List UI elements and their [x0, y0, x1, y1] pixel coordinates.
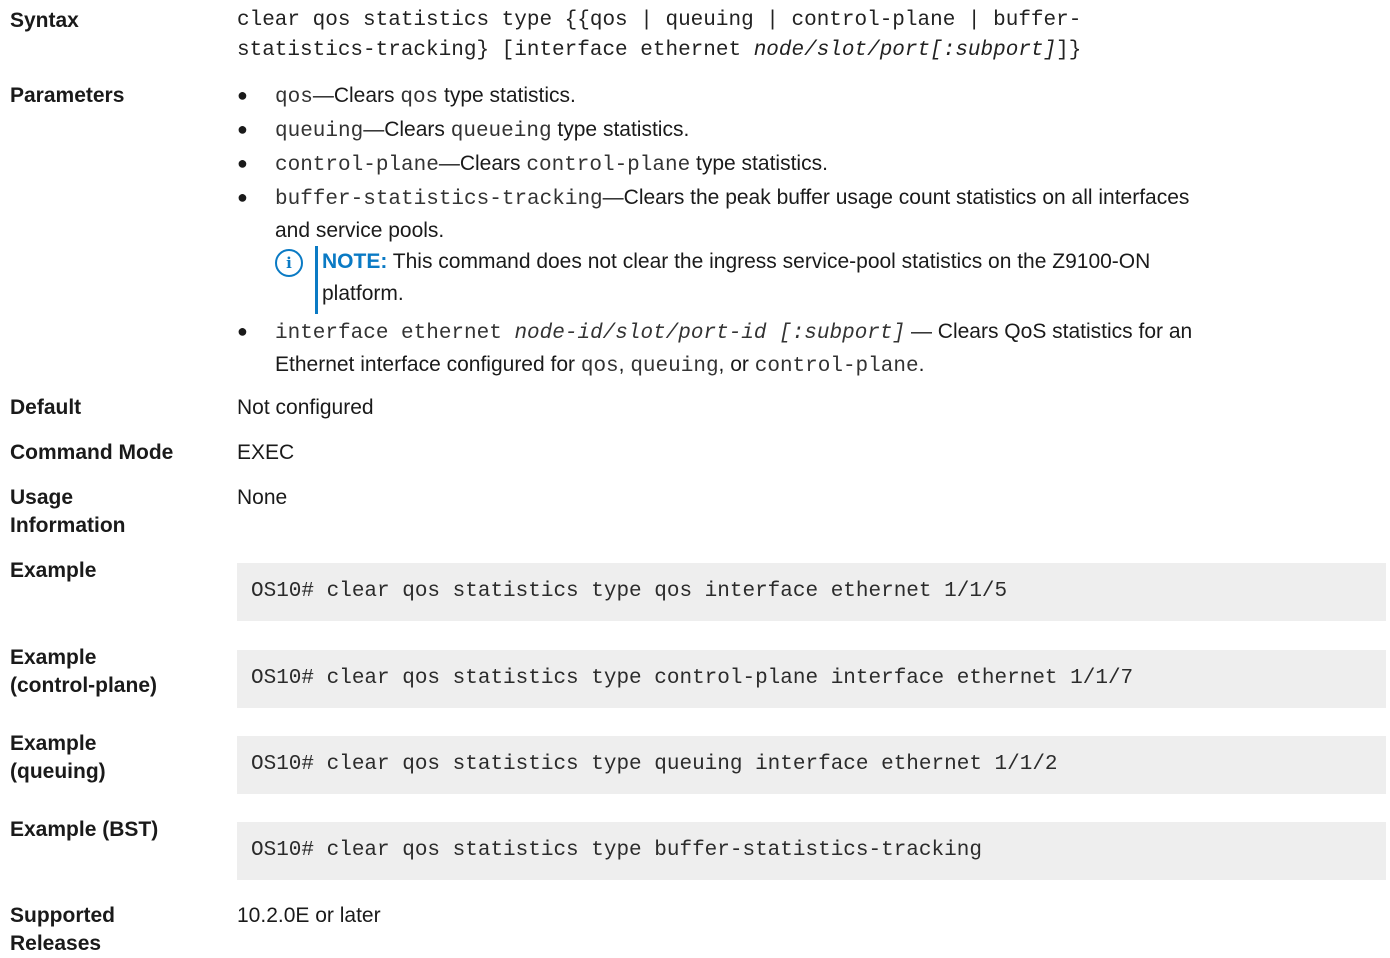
separator: ,: [618, 353, 631, 376]
label-line-1: Supported: [10, 904, 115, 927]
usage-label-line-2: Information: [10, 514, 126, 537]
bullet-dot: ●: [237, 321, 248, 341]
syntax-line-2-prefix: statistics-tracking} [interface ethernet: [237, 39, 754, 62]
example-control-plane-label: Example (control-plane): [10, 644, 230, 700]
code-text: OS10# clear qos statistics type control-…: [251, 667, 1134, 690]
param-code: buffer-statistics-tracking: [275, 188, 603, 211]
code-block-bst: OS10# clear qos statistics type buffer-s…: [237, 822, 1386, 880]
param-text: qos—Clears qos type statistics.: [275, 80, 1387, 113]
code-text: OS10# clear qos statistics type qos inte…: [251, 580, 1008, 603]
param-text: queuing—Clears queueing type statistics.: [275, 114, 1387, 147]
note-line-1: This command does not clear the ingress …: [387, 250, 1151, 273]
syntax-line-2-suffix: ]}: [1056, 39, 1082, 62]
note-block: i NOTE: This command does not clear the …: [275, 246, 1375, 314]
syntax-text: clear qos statistics type {{qos | queuin…: [237, 6, 1387, 66]
syntax-line-2: statistics-tracking} [interface ethernet…: [237, 36, 1387, 66]
param-code-inline: qos: [400, 86, 439, 109]
note-label: NOTE:: [322, 250, 388, 273]
bullet-dot: ●: [237, 153, 248, 173]
parameters-label: Parameters: [10, 84, 125, 107]
label-line-1: Example: [10, 732, 97, 755]
param-desc-rest: type statistics.: [690, 152, 828, 175]
example-queuing-label: Example (queuing): [10, 730, 230, 786]
syntax-line-1: clear qos statistics type {{qos | queuin…: [237, 9, 1082, 32]
example-bst-label: Example (BST): [10, 818, 159, 841]
example-label: Example: [10, 559, 97, 582]
usage-value: None: [237, 486, 288, 509]
param-code: control-plane: [275, 154, 439, 177]
command-mode-value: EXEC: [237, 441, 295, 464]
param-code-inline: control-plane: [754, 355, 919, 378]
param-code: interface ethernet: [275, 322, 515, 345]
param-text: interface ethernet node-id/slot/port-id …: [275, 316, 1387, 382]
bullet-dot: ●: [237, 187, 248, 207]
param-code-inline: control-plane: [526, 154, 691, 177]
note-line-2: platform.: [322, 282, 404, 305]
default-value: Not configured: [237, 396, 374, 419]
param-desc: —Clears: [438, 152, 527, 175]
label-line-2: (queuing): [10, 760, 106, 783]
param-desc: —Clears: [312, 84, 401, 107]
label-line-1: Example: [10, 646, 97, 669]
param-desc: —Clears: [363, 118, 451, 141]
param-text: control-plane—Clears control-plane type …: [275, 148, 1387, 181]
param-code: queuing: [275, 120, 364, 143]
param-code-inline: queuing: [630, 355, 719, 378]
param-desc-line-2: and service pools.: [275, 219, 445, 242]
info-icon: i: [275, 249, 303, 277]
label-line-2: (control-plane): [10, 674, 157, 697]
code-block-example: OS10# clear qos statistics type qos inte…: [237, 563, 1386, 621]
code-text: OS10# clear qos statistics type buffer-s…: [251, 839, 982, 862]
param-desc: — Clears QoS statistics for an: [905, 320, 1193, 343]
note-text: NOTE: This command does not clear the in…: [322, 246, 1372, 310]
param-desc-line-2: Ethernet interface configured for: [275, 353, 581, 376]
param-desc-rest: type statistics.: [551, 118, 690, 141]
usage-label-line-1: Usage: [10, 486, 74, 509]
param-desc-rest: type statistics.: [438, 84, 576, 107]
command-mode-label: Command Mode: [10, 441, 174, 464]
param-code: qos: [275, 86, 313, 109]
param-code-inline: queueing: [450, 120, 552, 143]
code-text: OS10# clear qos statistics type queuing …: [251, 753, 1058, 776]
note-divider: [315, 246, 318, 314]
bullet-dot: ●: [237, 119, 248, 139]
param-code-inline: qos: [580, 355, 619, 378]
default-label: Default: [10, 396, 82, 419]
syntax-label: Syntax: [10, 9, 79, 32]
bullet-dot: ●: [237, 85, 248, 105]
param-code-italic: node-id/slot/port-id [:subport]: [514, 322, 906, 345]
label-line-2: Releases: [10, 932, 102, 955]
period: .: [918, 353, 925, 376]
usage-label: Usage Information: [10, 484, 230, 540]
param-text: buffer-statistics-tracking—Clears the pe…: [275, 182, 1387, 246]
supported-releases-value: 10.2.0E or later: [237, 904, 381, 927]
separator: , or: [718, 353, 755, 376]
code-block-queuing: OS10# clear qos statistics type queuing …: [237, 736, 1386, 794]
syntax-line-2-italic: node/slot/port[:subport]: [753, 39, 1057, 62]
param-desc: —Clears the peak buffer usage count stat…: [602, 186, 1190, 209]
code-block-control-plane: OS10# clear qos statistics type control-…: [237, 650, 1386, 708]
supported-releases-label: Supported Releases: [10, 902, 230, 958]
